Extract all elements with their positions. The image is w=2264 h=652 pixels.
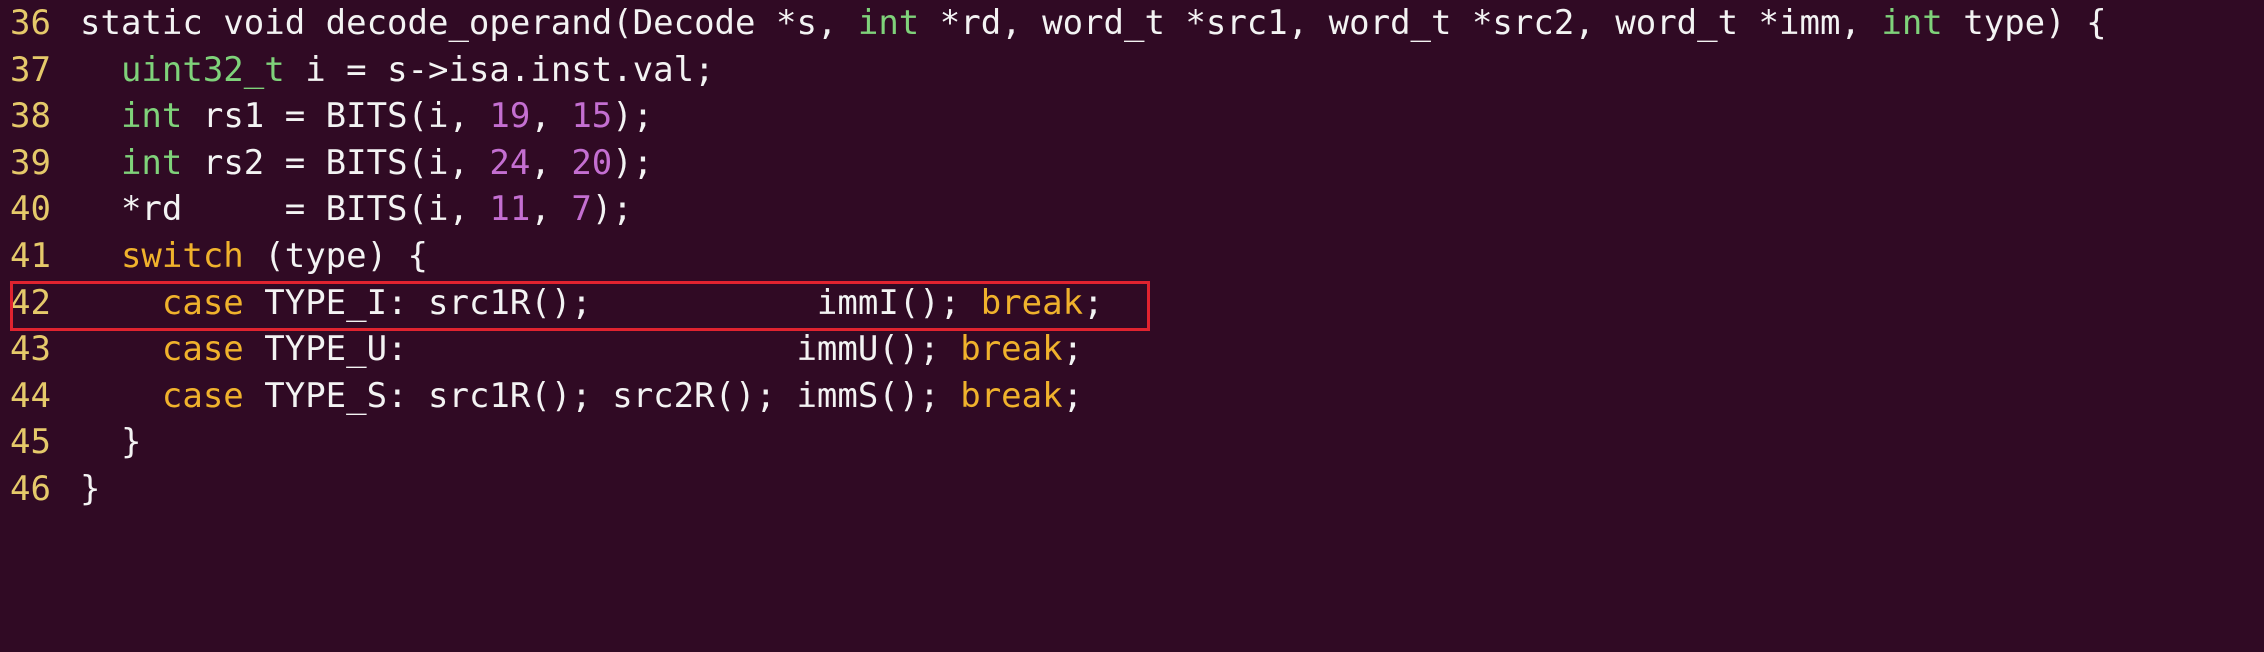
line-number: 45 <box>10 422 51 463</box>
line-number: 41 <box>10 236 51 276</box>
keyword-token: switch <box>120 236 244 276</box>
number-token: 7 <box>571 189 592 230</box>
line-number: 39 <box>10 142 51 183</box>
keyword-token: case <box>161 282 244 323</box>
line-number: 37 <box>10 49 51 90</box>
code-token: ; <box>1062 329 1084 370</box>
code-token: TYPE_I: src1R(); immI(); <box>243 282 981 323</box>
keyword-token: break <box>960 329 1063 370</box>
number-token: 20 <box>571 142 613 183</box>
code-text: uint32_t i = s->isa.inst.val; <box>80 47 715 94</box>
code-line[interactable]: 39 int rs2 = BITS(i, 24, 20); <box>0 140 653 187</box>
number-token: 11 <box>489 189 531 230</box>
code-text: } <box>80 419 141 466</box>
code-token: , <box>530 142 572 183</box>
code-line[interactable]: 36 static void decode_operand(Decode *s,… <box>0 0 2107 47</box>
code-token: (type) { <box>243 236 429 276</box>
code-token: ); <box>612 142 654 183</box>
code-token: ); <box>591 189 633 230</box>
line-number: 36 <box>10 3 51 43</box>
code-editor[interactable]: 36 static void decode_operand(Decode *s,… <box>0 0 2264 521</box>
code-token: , <box>530 96 572 137</box>
code-token: } <box>80 469 101 509</box>
keyword-token: case <box>161 375 244 416</box>
code-text: int rs1 = BITS(i, 19, 15); <box>80 93 653 140</box>
number-token: 15 <box>571 96 613 137</box>
code-token: static void decode_operand(Decode *s, <box>80 3 858 43</box>
code-line[interactable]: 44 case TYPE_S: src1R(); src2R(); immS()… <box>0 373 1083 420</box>
code-line[interactable]: 41 switch (type) { <box>0 233 428 280</box>
code-line[interactable]: 40 *rd = BITS(i, 11, 7); <box>0 186 633 233</box>
code-token: TYPE_S: src1R(); src2R(); immS(); <box>243 375 961 416</box>
number-token: 19 <box>489 96 531 137</box>
code-token: ; <box>1083 282 1104 323</box>
line-number: 38 <box>10 96 51 137</box>
code-token: ); <box>612 96 654 137</box>
code-token: i = s->isa.inst.val; <box>284 49 715 90</box>
type-token: int <box>120 96 183 137</box>
code-token: *rd = BITS(i, <box>80 189 490 230</box>
code-token: TYPE_U: immU(); <box>243 329 961 370</box>
code-text: } <box>80 466 100 513</box>
keyword-token: break <box>980 282 1084 323</box>
code-line[interactable]: 46 } <box>0 466 100 513</box>
code-line[interactable]: 38 int rs1 = BITS(i, 19, 15); <box>0 93 653 140</box>
code-text: switch (type) { <box>80 233 428 280</box>
code-text: static void decode_operand(Decode *s, in… <box>80 0 2107 47</box>
line-number: 43 <box>10 329 51 370</box>
code-text: *rd = BITS(i, 11, 7); <box>80 186 633 233</box>
code-line[interactable]: 45 } <box>0 419 141 466</box>
code-token: rs1 = BITS(i, <box>182 96 490 137</box>
line-number: 40 <box>10 189 51 230</box>
line-number: 42 <box>10 282 51 323</box>
code-token: , <box>530 189 572 230</box>
code-text: case TYPE_S: src1R(); src2R(); immS(); b… <box>80 373 1083 420</box>
code-text: case TYPE_I: src1R(); immI(); break; <box>80 280 1104 327</box>
type-token: int <box>120 142 183 183</box>
line-number: 44 <box>10 375 51 416</box>
code-token: } <box>80 422 142 463</box>
type-token: int <box>1881 3 1943 43</box>
code-token: rs2 = BITS(i, <box>182 142 490 183</box>
code-line[interactable]: 43 case TYPE_U: immU(); break; <box>0 326 1083 373</box>
type-token: int <box>857 3 920 43</box>
type-token: uint32_t <box>120 49 285 90</box>
code-text: int rs2 = BITS(i, 24, 20); <box>80 140 653 187</box>
code-line[interactable]: 42 case TYPE_I: src1R(); immI(); break; <box>0 280 1104 327</box>
code-token: ; <box>1062 375 1084 416</box>
keyword-token: break <box>960 375 1063 416</box>
code-token: *rd, word_t *src1, word_t *src2, word_t … <box>919 3 1882 43</box>
code-token: type) { <box>1942 3 2107 43</box>
code-text: case TYPE_U: immU(); break; <box>80 326 1083 373</box>
line-number: 46 <box>10 469 51 509</box>
number-token: 24 <box>489 142 531 183</box>
keyword-token: case <box>161 329 244 370</box>
code-line[interactable]: 37 uint32_t i = s->isa.inst.val; <box>0 47 715 94</box>
